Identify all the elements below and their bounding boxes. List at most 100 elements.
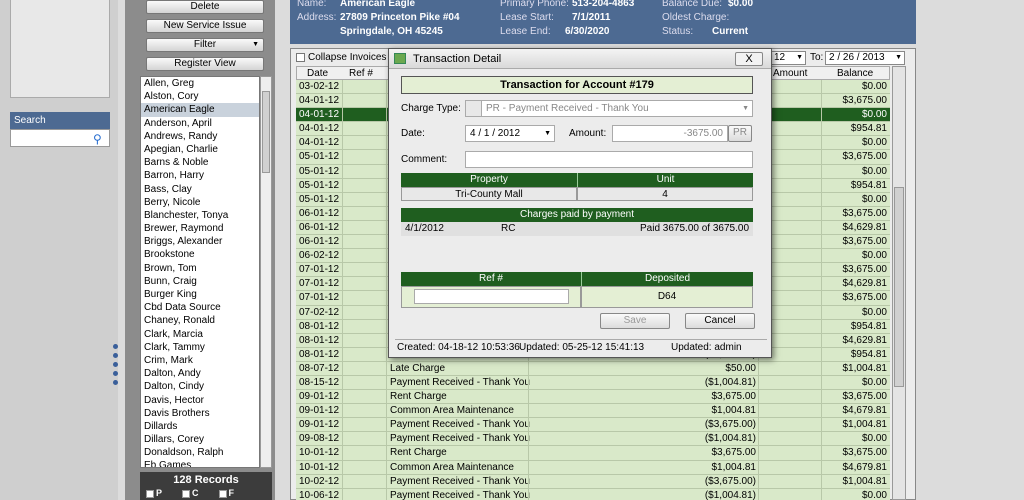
ledger-row[interactable]: 09-01-12 Rent Charge $3,675.00 $3,675.00 [296, 390, 890, 405]
tenant-item[interactable]: Clark, Marcia [141, 328, 259, 341]
tenant-item[interactable]: Chaney, Ronald [141, 314, 259, 327]
amount-input[interactable]: -3675.00 [612, 125, 728, 142]
row-balance: $0.00 [861, 165, 887, 177]
left-panel [10, 0, 110, 98]
row-date: 05-01-12 [299, 151, 340, 163]
row-balance: $1,004.81 [842, 419, 888, 431]
amount-type-button[interactable]: PR [728, 125, 752, 142]
tenant-item[interactable]: Bass, Clay [141, 183, 259, 196]
tenant-item[interactable]: Dalton, Andy [141, 367, 259, 380]
tenant-item[interactable]: Donaldson, Ralph [141, 446, 259, 459]
comment-input[interactable] [465, 151, 753, 168]
row-date: 05-01-12 [299, 179, 340, 191]
row-date: 08-01-12 [299, 334, 340, 346]
to-date-select[interactable]: 2 / 26 / 2013 ▼ [825, 51, 905, 65]
search-icon[interactable]: ⚲ [93, 132, 106, 146]
tenant-item[interactable]: Bunn, Craig [141, 275, 259, 288]
tenant-item[interactable]: Cbd Data Source [141, 301, 259, 314]
tenant-item[interactable]: Brookstone [141, 248, 259, 261]
tenant-item[interactable]: Clark, Tammy [141, 341, 259, 354]
row-date: 10-01-12 [299, 447, 340, 459]
tenant-item[interactable]: Burger King [141, 288, 259, 301]
ledger-scrollbar[interactable] [892, 66, 906, 500]
to-label: To: [810, 52, 824, 63]
tenant-name: American Eagle [340, 0, 416, 9]
row-balance: $1,004.81 [842, 362, 888, 374]
ref-input[interactable] [414, 289, 569, 304]
tenant-item[interactable]: Anderson, April [141, 117, 259, 130]
row-balance: $1,004.81 [842, 475, 888, 487]
tenant-item[interactable]: Davis Brothers [141, 407, 259, 420]
tenant-item[interactable]: American Eagle [141, 103, 259, 117]
tenant-item[interactable]: Berry, Nicole [141, 196, 259, 209]
col-balance[interactable]: Balance [837, 68, 873, 79]
tenant-item[interactable]: Eb Games [141, 459, 259, 467]
search-input[interactable]: ⚲ [10, 129, 110, 147]
tenant-list-scrollbar[interactable] [260, 76, 272, 468]
ledger-row[interactable]: 08-15-12 Payment Received - Thank You ($1,… [296, 375, 890, 391]
cancel-button[interactable]: Cancel [685, 313, 755, 329]
tenant-item[interactable]: Briggs, Alexander [141, 235, 259, 248]
tenant-list[interactable]: Allen, Greg Alston, Cory American Eagle And… [140, 76, 260, 468]
tenant-item[interactable]: Davis, Hector [141, 394, 259, 407]
ledger-row[interactable]: 09-08-12 Payment Received - Thank You ($1,… [296, 432, 890, 447]
col-amount[interactable]: Amount [773, 68, 807, 79]
collapse-invoices-checkbox[interactable]: Collapse Invoices [296, 52, 386, 63]
tenant-item[interactable]: Brown, Tom [141, 262, 259, 275]
col-date[interactable]: Date [307, 68, 328, 79]
ledger-row[interactable]: 08-07-12 Late Charge $50.00 $1,004.81 [296, 361, 890, 376]
ledger-row[interactable]: 10-06-12 Payment Received - Thank You ($1,… [296, 488, 890, 500]
charge-type-select[interactable]: PR - Payment Received - Thank You ▼ [481, 100, 753, 117]
register-view-button[interactable]: Register View [146, 57, 264, 71]
tenant-item[interactable]: Crim, Mark [141, 354, 259, 367]
updated-by: Updated: admin [671, 342, 742, 353]
save-button[interactable]: Save [600, 313, 670, 329]
tenant-item[interactable]: Allen, Greg [141, 77, 259, 90]
tenant-header: Name: American Eagle Address: 27809 Prin… [290, 0, 916, 44]
tenant-item[interactable]: Alston, Cory [141, 90, 259, 103]
row-date: 06-01-12 [299, 221, 340, 233]
ledger-row[interactable]: 10-01-12 Common Area Maintenance $1,004.81… [296, 460, 890, 475]
filter-button[interactable]: Filter ▼ [146, 38, 264, 52]
ledger-row[interactable]: 10-01-12 Rent Charge $3,675.00 $3,675.00 [296, 446, 890, 461]
tenant-item[interactable]: Brewer, Raymond [141, 222, 259, 235]
date-picker[interactable]: 4 / 1 / 2012 ▼ [465, 125, 555, 142]
dialog-title: Transaction Detail [389, 49, 771, 69]
ledger-row[interactable]: 09-01-12 Payment Received - Thank You ($3,… [296, 418, 890, 433]
tenant-item[interactable]: Barron, Harry [141, 169, 259, 182]
tenant-item[interactable]: Dalton, Cindy [141, 380, 259, 393]
splitter-handle[interactable] [113, 344, 119, 389]
filter-checkbox[interactable]: C [182, 488, 199, 498]
tenant-item[interactable]: Dillards [141, 420, 259, 433]
row-date: 09-01-12 [299, 419, 340, 431]
charge-row[interactable]: 4/1/2012 RC Paid 3675.00 of 3675.00 [401, 222, 753, 236]
tenant-item[interactable]: Apegian, Charlie [141, 143, 259, 156]
row-balance: $0.00 [861, 489, 887, 500]
amount-label: Amount: [569, 128, 607, 139]
ledger-row[interactable]: 09-01-12 Common Area Maintenance $1,004.81… [296, 404, 890, 419]
row-description: Rent Charge [390, 391, 447, 403]
from-date-select[interactable]: 12 ▼ [770, 51, 806, 65]
dialog-footer: Created: 04-18-12 10:53:36 Updated: 05-2… [395, 339, 767, 355]
filter-checkbox-label: F [228, 488, 235, 498]
row-date: 10-01-12 [299, 461, 340, 473]
tenant-item[interactable]: Barns & Noble [141, 156, 259, 169]
col-ref[interactable]: Ref # [349, 68, 373, 79]
tenant-item[interactable]: Andrews, Randy [141, 130, 259, 143]
row-date: 04-01-12 [299, 123, 340, 135]
filter-checkbox[interactable]: P [146, 488, 162, 498]
row-date: 08-01-12 [299, 348, 340, 360]
transaction-dialog: Transaction Detail X Transaction for Acc… [388, 48, 772, 358]
ledger-row[interactable]: 10-02-12 Payment Received - Thank You ($3,… [296, 474, 890, 489]
delete-button[interactable]: Delete [146, 0, 264, 14]
filter-checkbox[interactable]: F [218, 488, 235, 498]
row-balance: $3,675.00 [842, 292, 888, 304]
chevron-down-icon: ▼ [895, 54, 902, 61]
new-service-issue-button[interactable]: New Service Issue [146, 19, 264, 33]
row-date: 08-01-12 [299, 320, 340, 332]
close-button[interactable]: X [735, 52, 763, 66]
tenant-item[interactable]: Blanchester, Tonya [141, 209, 259, 222]
row-date: 06-01-12 [299, 236, 340, 248]
tenant-item[interactable]: Dillars, Corey [141, 433, 259, 446]
row-date: 09-01-12 [299, 405, 340, 417]
